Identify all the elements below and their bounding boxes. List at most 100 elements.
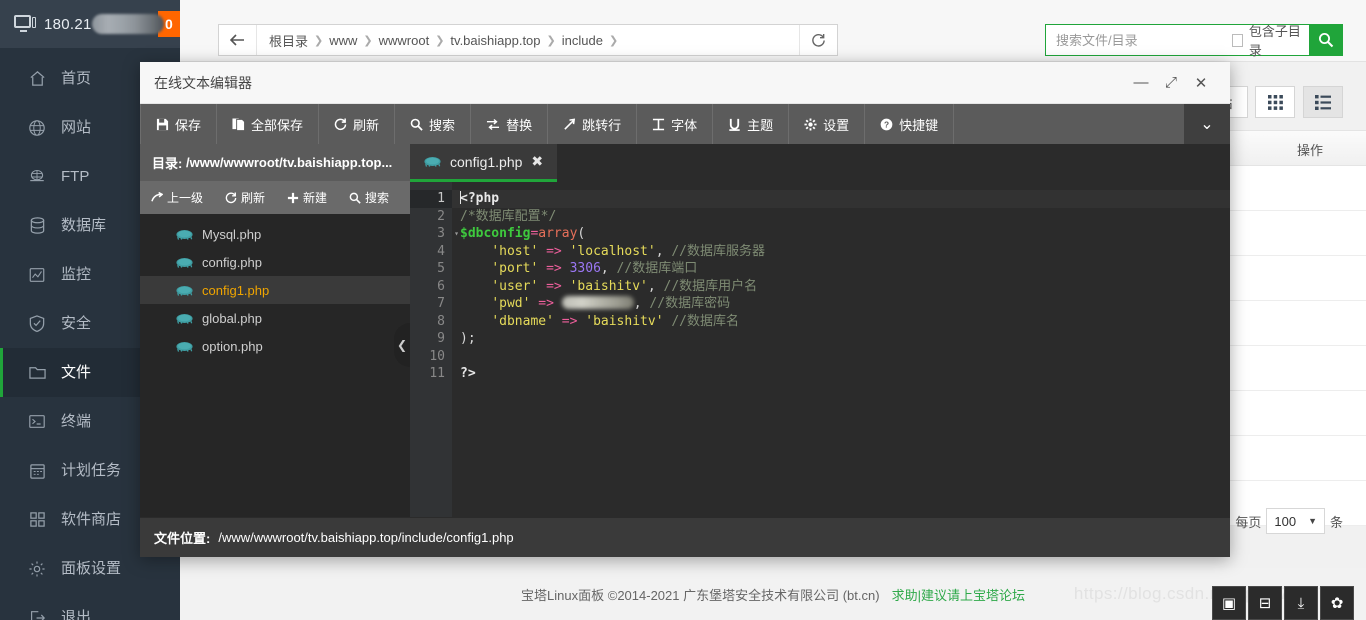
file-action-1[interactable]: 刷新 (214, 189, 276, 206)
hotkey-icon: ? (880, 118, 893, 131)
topbar: 根目录 ❯ www ❯ wwwroot ❯ tv.baishiapp.top ❯ include… (180, 0, 1366, 166)
font-icon (652, 118, 665, 131)
dir-path: /www/wwwroot/tv.baishiapp.top... (185, 155, 393, 170)
toolbar-save-button[interactable]: 保存 (140, 104, 218, 144)
chevron-down-icon[interactable]: ⌄ (1184, 104, 1230, 144)
toolbar-font-button[interactable]: 字体 (637, 104, 714, 144)
search-icon (349, 192, 361, 204)
code-token: 'baishitv' (569, 278, 648, 294)
toolbar-replace-button[interactable]: 替换 (471, 104, 549, 144)
file-action-2[interactable]: 新建 (276, 189, 338, 206)
toolbar-refresh-button[interactable]: 刷新 (319, 104, 396, 144)
layout-icon[interactable]: ▣ (1212, 586, 1246, 620)
code-token: , (655, 243, 664, 259)
breadcrumb-bar: 根目录 ❯ www ❯ wwwroot ❯ tv.baishiapp.top ❯ include… (218, 24, 838, 56)
checkbox-box[interactable] (1232, 33, 1243, 47)
search-button[interactable] (1309, 25, 1342, 55)
breadcrumb-item-3[interactable]: tv.baishiapp.top (450, 33, 540, 48)
editor-dir-path: 目录: /www/wwwroot/tv.baishiapp.top... (140, 144, 410, 181)
list-view-icon[interactable] (1303, 86, 1343, 118)
editor-file-actions: 上一级 刷新 新建 搜索 (140, 181, 410, 214)
editor-file-list: Mysql.php config.php config1.php global.php… (140, 214, 410, 517)
code-token: , (647, 278, 656, 294)
include-subdir-checkbox[interactable]: 包含子目录 (1232, 21, 1309, 59)
code-editor[interactable]: 1 2 ▾ 3 4 5 6 7 8 9 10 11 <?php/*数据库配置*/$dbconfig=a… (410, 182, 1230, 517)
goto-line-icon (563, 118, 576, 131)
search-input[interactable] (1046, 25, 1232, 55)
code-content[interactable]: <?php /*数据库配置*/$dbconfig=array( 'host' =>… (452, 182, 1230, 517)
line-number: 2 (437, 208, 445, 224)
refresh-icon[interactable] (799, 25, 837, 55)
editor-toolbar-items: 保存 全部保存 刷新 搜索 替换 跳转行 字体 主题 设置? 快捷键 (140, 104, 955, 144)
breadcrumb-item-0[interactable]: 根目录 (269, 31, 308, 50)
line-number: 3 (437, 226, 445, 241)
line-number: 6 (437, 278, 445, 294)
folder-icon (26, 362, 48, 384)
file-list-item[interactable]: Mysql.php (140, 220, 410, 248)
editor-body: 目录: /www/wwwroot/tv.baishiapp.top... 上一级… (140, 144, 1230, 517)
toolbar-settings-button[interactable]: 设置 (789, 104, 866, 144)
refresh-icon (334, 118, 347, 131)
toolbar-button-label: 搜索 (429, 117, 456, 133)
editor-tab-config1[interactable]: config1.php ✖ (410, 144, 558, 182)
page-size-select[interactable]: 100 ▼ (1266, 508, 1325, 534)
page-size-value: 100 (1274, 513, 1297, 529)
line-number: 1 (410, 190, 452, 208)
sidebar-item-11[interactable]: 退出 (0, 593, 180, 620)
breadcrumb-item-1[interactable]: www (329, 33, 357, 48)
sidebar-item-label: 终端 (61, 413, 92, 430)
breadcrumb-separator: ❯ (435, 34, 445, 47)
sidebar-item-label: FTP (61, 168, 90, 185)
forum-link[interactable]: 求助|建议请上宝塔论坛 (892, 585, 1025, 604)
toolbar-search-button[interactable]: 搜索 (395, 104, 472, 144)
code-token: //数据库用户名 (655, 278, 758, 294)
file-name: Mysql.php (202, 226, 262, 242)
line-numbers: 1 2 ▾ 3 4 5 6 7 8 9 10 11 (410, 190, 459, 383)
breadcrumb: 根目录 ❯ www ❯ wwwroot ❯ tv.baishiapp.top ❯ include… (257, 31, 618, 50)
code-token: => (546, 261, 562, 276)
code-line: ?> (460, 365, 1230, 383)
gear-icon[interactable]: ✿ (1320, 586, 1354, 620)
breadcrumb-item-2[interactable]: wwwroot (379, 33, 430, 48)
close-tab-icon[interactable]: ✖ (531, 153, 543, 170)
apps-icon (26, 509, 48, 531)
column-header-operations: 操作 (1296, 143, 1323, 158)
editor-tab-label: config1.php (450, 153, 523, 170)
toolbar-hotkey-button[interactable]: ? 快捷键 (865, 104, 955, 144)
breadcrumb-item-4[interactable]: include (562, 33, 603, 48)
file-list-item[interactable]: global.php (140, 304, 410, 332)
grid-view-icon[interactable] (1255, 86, 1295, 118)
collapse-icon[interactable]: ⤓ (1284, 586, 1318, 620)
sidebar-item-label: 面板设置 (61, 560, 122, 577)
code-token: //数据库密码 (641, 296, 731, 311)
chart-icon (26, 264, 48, 286)
line-number: 7 (437, 296, 445, 311)
code-token: 'baishitv' (585, 313, 664, 329)
copyright-text: 宝塔Linux面板 ©2014-2021 广东堡塔安全技术有限公司 (bt.cn… (521, 587, 880, 603)
toolbar-theme-button[interactable]: 主题 (713, 104, 790, 144)
close-button[interactable]: ✕ (1186, 68, 1216, 98)
file-action-0[interactable]: 上一级 (140, 189, 214, 206)
toolbar-goto-line-button[interactable]: 跳转行 (548, 104, 638, 144)
toolbar-save-all-button[interactable]: 全部保存 (217, 104, 320, 144)
file-list-item[interactable]: option.php (140, 332, 410, 360)
file-action-3[interactable]: 搜索 (338, 189, 400, 206)
maximize-button[interactable]: ⤢ (1156, 68, 1186, 98)
file-list-item[interactable]: config1.php (140, 276, 410, 304)
search-bar: 包含子目录 (1045, 21, 1343, 59)
php-file-icon (424, 156, 441, 167)
collapse-panel-handle[interactable]: ❮ (394, 323, 410, 368)
svg-text:?: ? (884, 119, 889, 129)
code-line: /*数据库配置*/ (460, 208, 1230, 226)
sidebar-item-label: 安全 (61, 315, 92, 332)
back-button[interactable] (219, 25, 257, 55)
dir-label: 目录: (152, 156, 183, 171)
minimize-button[interactable]: — (1126, 68, 1156, 98)
window-icon[interactable]: ⊟ (1248, 586, 1282, 620)
editor-statusbar: 文件位置: /www/wwwroot/tv.baishiapp.top/incl… (140, 517, 1230, 557)
code-token: <?php (460, 191, 500, 206)
file-list-item[interactable]: config.php (140, 248, 410, 276)
